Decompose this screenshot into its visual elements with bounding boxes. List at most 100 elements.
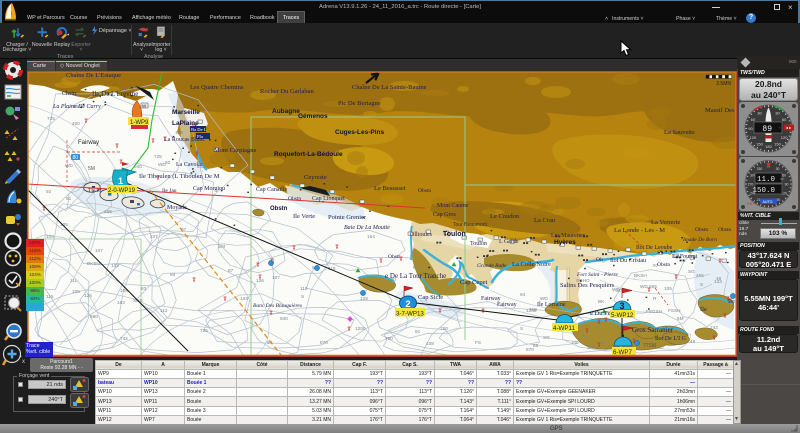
svg-text:Mont Carpiagne: Mont Carpiagne (214, 147, 257, 154)
svg-text:Roquefort-La-Bédoule: Roquefort-La-Bédoule (274, 151, 343, 158)
svg-text:92: 92 (165, 160, 171, 165)
svg-text:SG: SG (688, 269, 695, 274)
svg-text:870: 870 (320, 340, 328, 345)
svg-text:Ilot De Leoube: Ilot De Leoube (636, 245, 673, 251)
svg-text:La Plaine De Carry: La Plaine De Carry (52, 104, 101, 110)
svg-text:150: 150 (774, 142, 781, 147)
svg-text:La Crau: La Crau (534, 217, 556, 224)
svg-text:FSSH: FSSH (668, 308, 681, 313)
svg-text:118: 118 (300, 286, 308, 291)
svg-text:Hyères: Hyères (554, 239, 576, 246)
svg-text:115: 115 (46, 294, 54, 299)
svg-text:30: 30 (757, 110, 762, 115)
svg-text:Ollioules: Ollioules (410, 232, 433, 238)
svg-text:3: 3 (619, 301, 624, 311)
svg-text:Fairway: Fairway (78, 140, 99, 146)
svg-text:710: 710 (529, 307, 537, 312)
svg-text:L Garde: L Garde (499, 239, 519, 245)
svg-text:60: 60 (751, 117, 756, 122)
svg-text:Obstn: Obstn (657, 262, 670, 268)
svg-text:Ba De L: Ba De L (191, 127, 207, 132)
svg-text:725: 725 (47, 116, 55, 121)
svg-text:77SM: 77SM (643, 343, 656, 349)
svg-text:FS: FS (475, 340, 481, 345)
svg-text:742: 742 (120, 336, 128, 341)
svg-text:60: 60 (782, 117, 787, 122)
svg-text:Obstn: Obstn (718, 227, 731, 233)
svg-text:BK: BK (598, 299, 605, 304)
svg-text:87: 87 (228, 268, 234, 273)
svg-text:Gémenos: Gémenos (298, 113, 328, 120)
svg-text:Toulon: Toulon (443, 231, 466, 238)
svg-text:La Verrerie: La Verrerie (651, 219, 680, 226)
svg-text:Salins Des Pesquiers: Salins Des Pesquiers (560, 282, 615, 289)
svg-text:680: 680 (90, 314, 98, 319)
svg-text:154: 154 (367, 234, 375, 239)
svg-text:83: 83 (141, 286, 147, 291)
svg-text:Chaîne De L'Estaque: Chaîne De L'Estaque (66, 72, 121, 79)
svg-text:91: 91 (415, 329, 421, 334)
svg-text:1200: 1200 (355, 326, 366, 331)
svg-text:750: 750 (440, 326, 448, 331)
svg-text:89: 89 (762, 125, 772, 134)
svg-text:120: 120 (750, 135, 757, 140)
svg-text:92: 92 (46, 189, 52, 194)
svg-text:LaPlaine: LaPlaine (172, 120, 199, 127)
svg-text:330: 330 (757, 167, 763, 171)
svg-text:BKSH: BKSH (87, 261, 100, 266)
svg-text:94: 94 (170, 272, 176, 277)
svg-text:S: S (700, 282, 703, 287)
svg-text:180: 180 (765, 144, 772, 149)
svg-text:150.0: 150.0 (752, 187, 775, 195)
svg-text:Marseille: Marseille (172, 109, 200, 116)
svg-text:725: 725 (200, 328, 208, 333)
svg-text:940: 940 (280, 316, 288, 321)
svg-text:Les Quatre Chemins: Les Quatre Chemins (190, 84, 244, 91)
svg-text:780: 780 (385, 336, 393, 341)
svg-text:107: 107 (95, 248, 103, 253)
svg-text:120: 120 (781, 135, 788, 140)
svg-text:Banc Des Blauquières: Banc Des Blauquières (253, 303, 302, 309)
svg-text:400: 400 (72, 121, 80, 126)
svg-text:SET: SET (747, 201, 755, 206)
svg-text:e De La Tour Tranche: e De La Tour Tranche (385, 272, 446, 280)
svg-text:Imade De Born: Imade De Born (682, 237, 717, 243)
svg-text:Ile De L'Erevine: Ile De L'Erevine (92, 90, 138, 98)
svg-text:S: S (520, 326, 523, 331)
svg-text:Le Coudon: Le Coudon (490, 213, 520, 220)
svg-text:725: 725 (154, 154, 162, 159)
svg-text:Ile Jau: Ile Jau (162, 188, 177, 194)
svg-text:Fort Saint - Pierre: Fort Saint - Pierre (576, 272, 618, 278)
svg-text:3-7-WP13: 3-7-WP13 (396, 311, 424, 318)
svg-text:465: 465 (104, 209, 112, 214)
svg-text:742: 742 (710, 325, 718, 330)
svg-text:Chaîne De La Sainte-Baume: Chaîne De La Sainte-Baume (352, 84, 427, 91)
svg-text:30: 30 (776, 167, 780, 171)
svg-text:Obstn: Obstn (695, 227, 708, 233)
svg-text:Ob: Ob (596, 257, 603, 263)
svg-text:Ilot De L'I G: Ilot De L'I G (655, 336, 687, 342)
svg-text:Rocher Du Garlaban: Rocher Du Garlaban (260, 88, 315, 95)
svg-text:Obstn: Obstn (418, 188, 431, 194)
svg-text:Cap Lionquet: Cap Lionquet (312, 196, 345, 202)
svg-text:105: 105 (664, 286, 672, 291)
svg-text:4-WP11: 4-WP11 (553, 325, 575, 332)
svg-text:Ile Lorraine: Ile Lorraine (537, 302, 566, 308)
svg-text:Ile Verte: Ile Verte (293, 213, 315, 220)
svg-text:Obstn: Obstn (288, 196, 301, 202)
svg-text:Aubagne: Aubagne (272, 108, 300, 115)
svg-text:108: 108 (120, 288, 128, 293)
svg-text:108: 108 (426, 341, 434, 346)
svg-text:Gros Sarranier: Gros Sarranier (632, 326, 674, 334)
svg-text:WD: WD (65, 163, 73, 168)
svg-text:78: 78 (581, 334, 587, 339)
svg-text:AUTO: AUTO (763, 200, 773, 204)
svg-text:◄►: ◄► (785, 126, 792, 130)
svg-text:90: 90 (748, 126, 753, 131)
svg-text:129: 129 (175, 130, 183, 135)
svg-text:La Cavolle: La Cavolle (176, 162, 203, 168)
svg-text:90: 90 (785, 183, 789, 187)
svg-text:Obstn: Obstn (270, 206, 288, 212)
svg-text:Obstr: Obstr (388, 254, 400, 260)
svg-text:Ile: Ile (728, 298, 735, 305)
